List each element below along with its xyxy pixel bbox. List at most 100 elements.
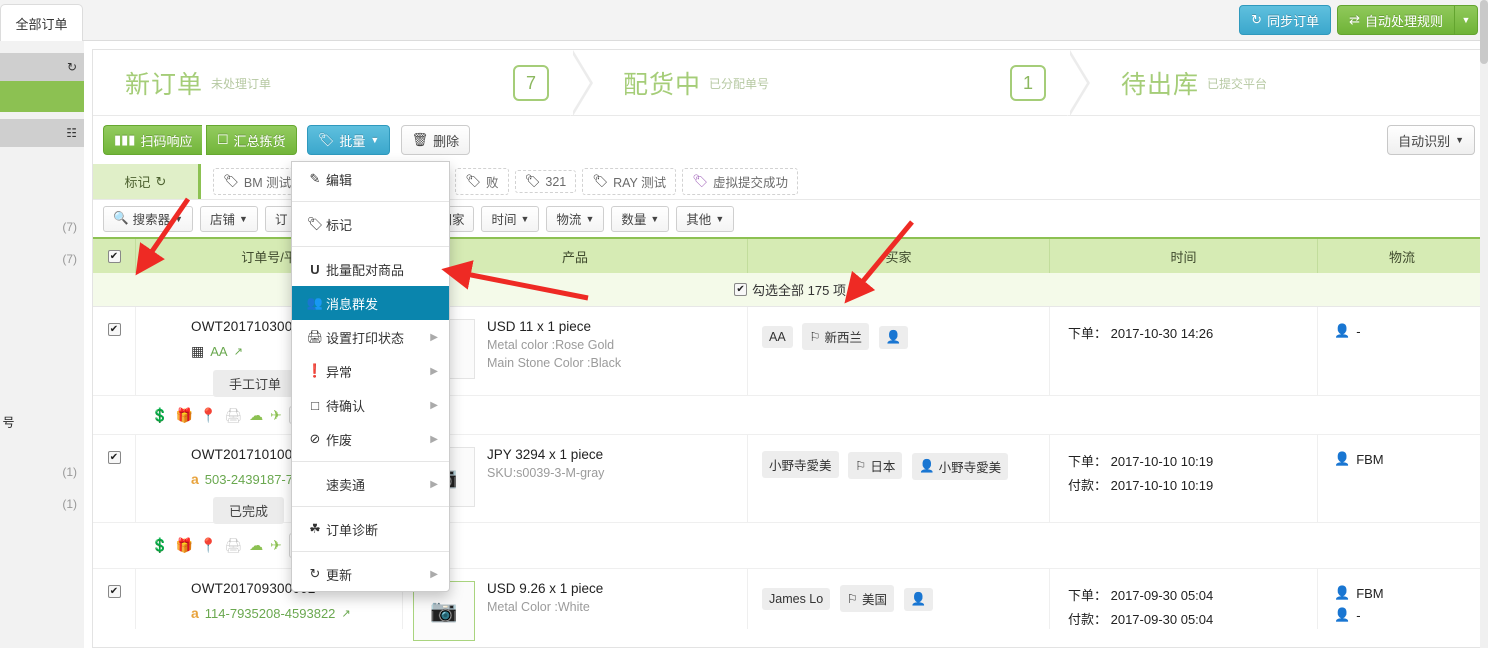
delete-button[interactable]: 🗑 删除 — [400, 125, 471, 155]
external-link-icon[interactable]: ↗ — [234, 345, 243, 358]
tag-chip-4-label: 虚拟提交成功 — [713, 176, 789, 190]
row-product-cell: ⚭ USD 11 x 1 piece Metal color :Rose Gol… — [403, 307, 748, 395]
union-icon: U — [310, 261, 320, 277]
batch-dropdown-button[interactable]: 🏷 批量 ▼ — [306, 125, 391, 155]
buyer-contact-chip[interactable]: 👤 — [903, 588, 934, 611]
menu-item-void[interactable]: ⊘ 作废 ▶ — [292, 422, 449, 456]
collect-picking-label: 汇总拣货 — [233, 133, 286, 149]
menu-item-aliexpress[interactable]: 速卖通 ▶ — [292, 467, 449, 501]
table-header-buyer[interactable]: 买家 — [748, 239, 1050, 273]
tag-bar-label-group[interactable]: 标记 ↻ — [93, 164, 201, 199]
gift-icon[interactable]: 🎁 — [175, 407, 192, 424]
filter-other-label: 其他 — [686, 213, 712, 227]
menu-item-print-status-label: 设置打印状态 — [326, 330, 405, 346]
filter-other[interactable]: 其他 ▼ — [676, 205, 735, 232]
funnel-step-0[interactable]: 新订单 未处理订单 — [125, 50, 271, 116]
row-checkbox[interactable]: ✔ — [107, 585, 121, 598]
tag-chip-3[interactable]: 🏷 RAY 测试 — [582, 168, 677, 195]
funnel-step-2[interactable]: 待出库 已提交平台 — [1121, 50, 1267, 116]
menu-item-message-broadcast-label: 消息群发 — [326, 296, 379, 312]
buyer-country-chip[interactable]: ⚐ 新西兰 — [802, 323, 870, 350]
buyer-contact-chip[interactable]: 👤 — [878, 326, 909, 349]
table-header-time[interactable]: 时间 — [1050, 239, 1318, 273]
menu-item-print-status[interactable]: 🖨 设置打印状态 ▶ — [292, 320, 449, 354]
menu-item-batch-match[interactable]: U 批量配对商品 — [292, 252, 449, 286]
plane-icon[interactable]: ✈ — [270, 407, 282, 424]
menu-item-order-diagnosis[interactable]: ☘ 订单诊断 — [292, 512, 449, 546]
filter-search[interactable]: 🔍 搜索器 ▼ — [103, 205, 194, 232]
funnel-step-1-name: 配货中 — [623, 71, 702, 99]
row-time-cell: 下单： 2017-10-30 14:26 — [1050, 307, 1318, 395]
upload-cloud-icon[interactable]: ☁ — [249, 537, 263, 554]
sync-orders-button[interactable]: ↻ 同步订单 — [1239, 5, 1332, 35]
filter-time[interactable]: 时间 ▼ — [481, 205, 540, 232]
money-icon[interactable]: 💲 — [151, 537, 168, 554]
chevron-down-icon: ▼ — [1461, 15, 1471, 25]
menu-item-tag[interactable]: 🏷 标记 — [292, 207, 449, 241]
menu-item-edit[interactable]: ✎ 编辑 — [292, 162, 449, 196]
menu-item-message-broadcast[interactable]: 👥 消息群发 — [292, 286, 449, 320]
chevron-right-icon: ▶ — [430, 433, 438, 445]
select-all-checkbox[interactable]: ✔ — [107, 249, 121, 263]
buyer-name-chip[interactable]: 小野寺愛美 — [762, 451, 839, 478]
funnel-step-1[interactable]: 配货中 已分配单号 — [623, 50, 769, 116]
refresh-icon[interactable]: ↻ — [156, 174, 167, 190]
collect-picking-button[interactable]: ☐ 汇总拣货 — [205, 125, 297, 155]
row-checkbox[interactable]: ✔ — [107, 323, 121, 336]
menu-item-tag-label: 标记 — [326, 217, 353, 233]
auto-detect-button[interactable]: 自动识别 ▼ — [1387, 125, 1475, 155]
buyer-contact-chip[interactable]: 👤 小野寺愛美 — [912, 453, 1009, 480]
gift-icon[interactable]: 🎁 — [175, 537, 192, 554]
select-all-items-checkbox[interactable]: ✔ — [734, 283, 748, 296]
flag-icon: ⚐ — [855, 459, 867, 473]
rail-count-1: (7) — [62, 252, 77, 266]
scan-response-button[interactable]: ▮▮▮ 扫码响应 — [103, 125, 203, 155]
menu-item-edit-label: 编辑 — [326, 172, 353, 188]
rail-header-sitemap[interactable]: ☷ — [0, 119, 84, 147]
location-icon[interactable]: 📍 — [200, 537, 217, 554]
rail-header-refresh[interactable]: ↻ — [0, 53, 84, 81]
funnel-step-0-count: 7 — [513, 50, 549, 116]
tab-all-orders[interactable]: 全部订单 — [0, 4, 83, 41]
upload-cloud-icon[interactable]: ☁ — [249, 407, 263, 424]
menu-item-pending-confirm[interactable]: □ 待确认 ▶ — [292, 388, 449, 422]
rail-active-item[interactable] — [0, 81, 84, 112]
print-icon[interactable]: 🖨 — [224, 407, 242, 424]
table-header-product[interactable]: 产品 — [403, 239, 748, 273]
filter-shop[interactable]: 店铺 ▼ — [200, 205, 258, 232]
menu-separator — [292, 201, 449, 202]
money-icon[interactable]: 💲 — [151, 407, 168, 424]
funnel-chevron-0 — [570, 50, 601, 116]
external-link-icon[interactable]: ↗ — [341, 607, 350, 620]
auto-rule-button[interactable]: ⇄ 自动处理规则 — [1337, 5, 1454, 35]
product-info: JPY 3294 x 1 piece SKU:s0039-3-M-gray — [487, 447, 604, 522]
menu-separator — [292, 461, 449, 462]
platform-account-link[interactable]: 114-7935208-4593822 — [205, 606, 336, 621]
auto-rule-caret-button[interactable]: ▼ — [1454, 5, 1478, 35]
buyer-country-chip[interactable]: ⚐ 美国 — [839, 585, 895, 612]
tag-chip-4[interactable]: 🏷 虚拟提交成功 — [682, 168, 799, 195]
menu-item-batch-match-label: 批量配对商品 — [326, 262, 405, 278]
page-scrollbar-track[interactable] — [1480, 0, 1488, 648]
tag-icon: 🏷 — [306, 216, 324, 231]
funnel-chevron-1 — [1067, 50, 1098, 116]
plane-icon[interactable]: ✈ — [270, 537, 282, 554]
filter-logistics[interactable]: 物流 ▼ — [546, 205, 605, 232]
row-checkbox[interactable]: ✔ — [107, 451, 121, 464]
funnel-step-0-count-value: 7 — [513, 65, 549, 101]
location-icon[interactable]: 📍 — [200, 407, 217, 424]
platform-account-link[interactable]: AA — [210, 344, 227, 359]
print-icon[interactable]: 🖨 — [224, 537, 242, 554]
menu-item-update[interactable]: ↻ 更新 ▶ — [292, 557, 449, 591]
buyer-country-chip[interactable]: ⚐ 日本 — [848, 452, 903, 479]
table-header-logistics[interactable]: 物流 — [1318, 239, 1487, 273]
buyer-name-chip[interactable]: AA — [762, 326, 793, 348]
page-scrollbar-thumb[interactable] — [1480, 0, 1488, 64]
product-attr-1: Main Stone Color :Black — [487, 356, 622, 370]
buyer-name-chip[interactable]: James Lo — [762, 588, 831, 610]
menu-item-exception[interactable]: ❗ 异常 ▶ — [292, 354, 449, 388]
tag-chip-1[interactable]: 🏷 败 — [455, 168, 509, 195]
tag-chip-0[interactable]: 🏷 BM 测试 — [213, 168, 302, 195]
filter-quantity[interactable]: 数量 ▼ — [611, 205, 670, 232]
tag-chip-2[interactable]: 🏷 321 — [514, 170, 577, 193]
